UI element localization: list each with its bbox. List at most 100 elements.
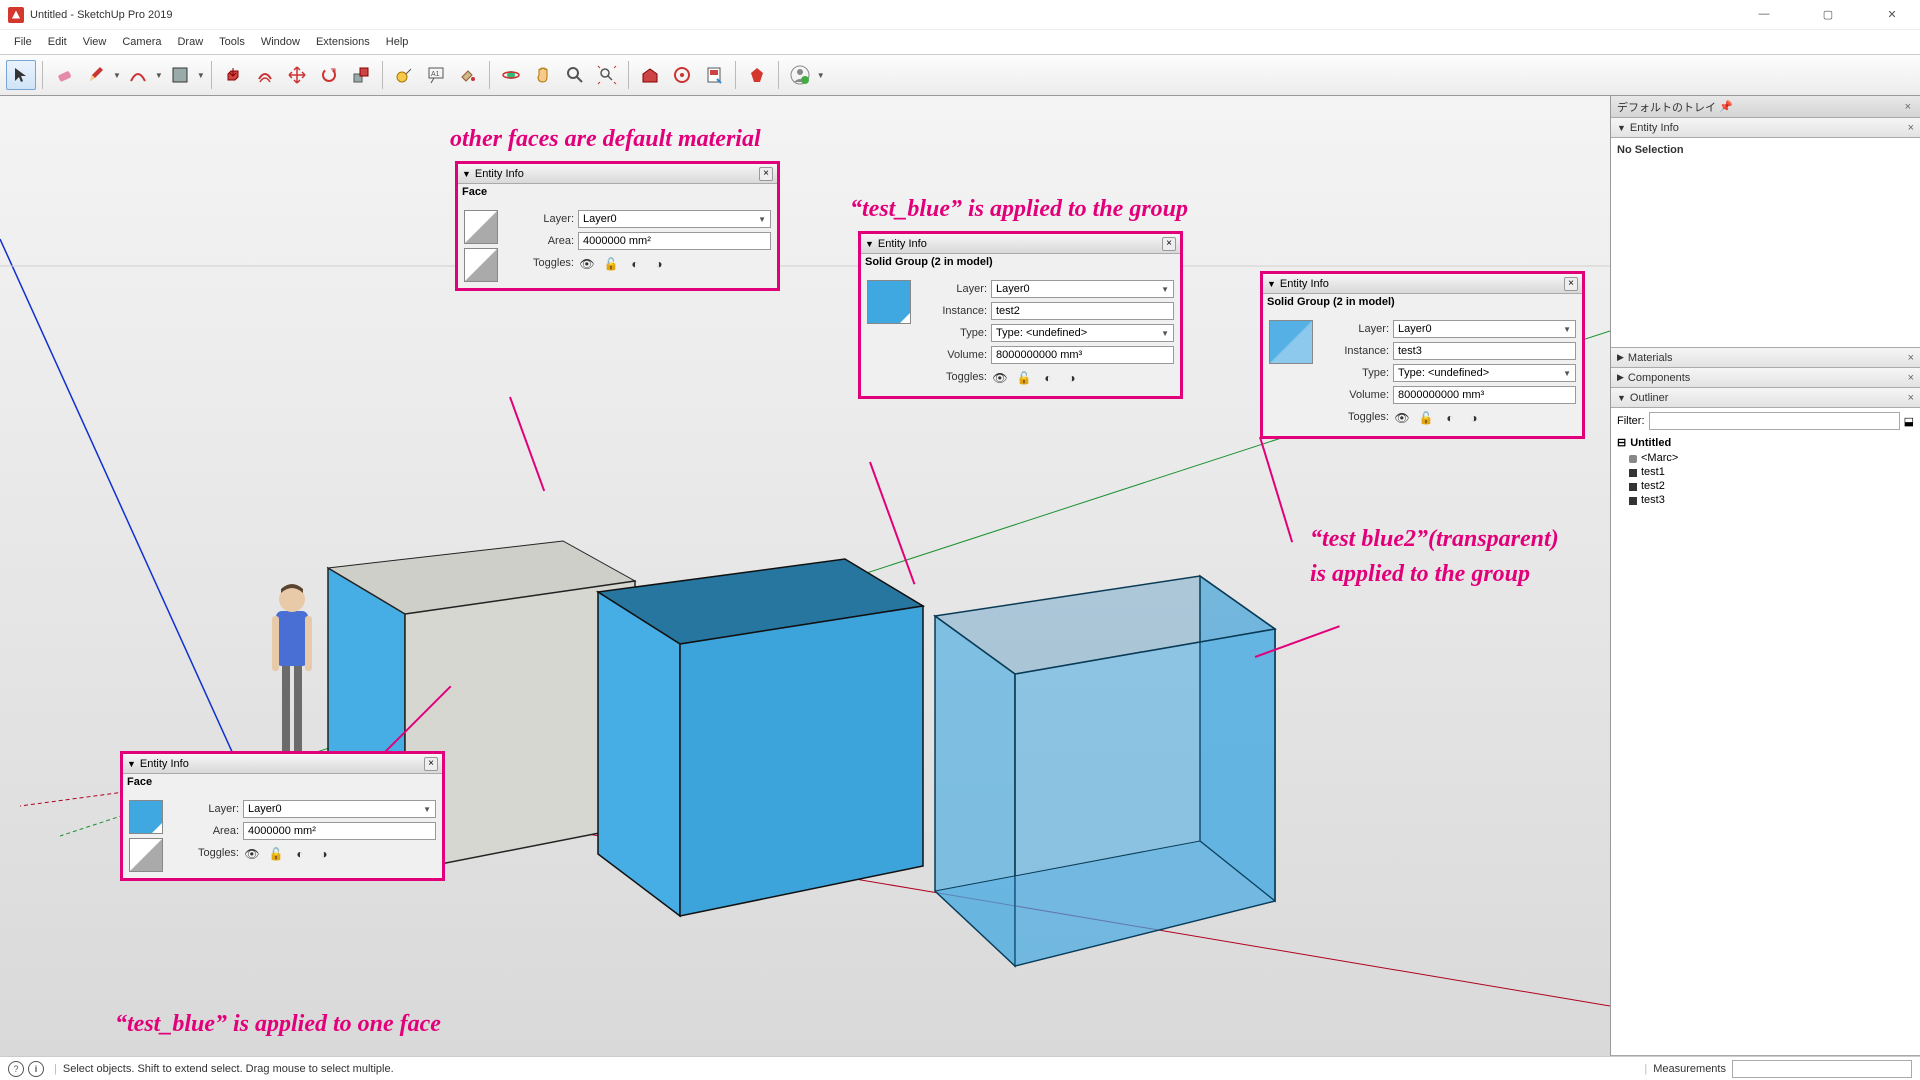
front-material-swatch[interactable] <box>129 800 163 834</box>
app-icon <box>8 7 24 23</box>
menu-camera[interactable]: Camera <box>114 33 169 51</box>
outliner-item-test1[interactable]: test1 <box>1617 465 1914 479</box>
entity-info-title: Entity Info <box>475 168 524 180</box>
offset-tool[interactable] <box>250 60 280 90</box>
orbit-tool[interactable] <box>496 60 526 90</box>
lock-toggle[interactable]: 🔓 <box>1417 410 1435 426</box>
area-field[interactable] <box>578 232 771 250</box>
close-icon[interactable]: × <box>1908 392 1914 404</box>
close-icon[interactable]: × <box>1908 122 1914 134</box>
accordion-outliner[interactable]: Outliner <box>1630 392 1669 404</box>
lock-toggle[interactable]: 🔓 <box>1015 370 1033 386</box>
outliner-item-test3[interactable]: test3 <box>1617 493 1914 507</box>
zoom-tool[interactable] <box>560 60 590 90</box>
arc-tool[interactable]: ▼ <box>123 60 163 90</box>
filter-input[interactable] <box>1649 412 1900 430</box>
instance-field[interactable] <box>1393 342 1576 360</box>
close-button[interactable]: ✕ <box>1872 8 1912 21</box>
back-material-swatch[interactable] <box>464 248 498 282</box>
close-icon[interactable]: × <box>1908 352 1914 364</box>
help-icon[interactable]: ? <box>8 1061 24 1077</box>
close-icon[interactable]: × <box>1902 101 1914 113</box>
select-tool[interactable] <box>6 60 36 90</box>
pencil-tool[interactable]: ▼ <box>81 60 121 90</box>
menu-help[interactable]: Help <box>378 33 417 51</box>
shadow-toggle[interactable]: ◐ <box>1039 370 1057 386</box>
tape-tool[interactable] <box>389 60 419 90</box>
front-material-swatch[interactable] <box>464 210 498 244</box>
volume-field[interactable] <box>1393 386 1576 404</box>
entity-info-panel-face-default[interactable]: ▼Entity Info× Face Layer:Layer0▼ Area: T… <box>455 161 780 291</box>
user-tool[interactable]: ▼ <box>785 60 825 90</box>
menu-extensions[interactable]: Extensions <box>308 33 378 51</box>
menu-view[interactable]: View <box>75 33 115 51</box>
shape-tool[interactable]: ▼ <box>165 60 205 90</box>
shadow-toggle[interactable]: ◐ <box>1441 410 1459 426</box>
hide-toggle[interactable]: 👁 <box>1393 410 1411 426</box>
group-material-swatch[interactable] <box>1269 320 1313 364</box>
menu-window[interactable]: Window <box>253 33 308 51</box>
pushpull-tool[interactable] <box>218 60 248 90</box>
eraser-tool[interactable] <box>49 60 79 90</box>
pan-tool[interactable] <box>528 60 558 90</box>
minimize-button[interactable]: — <box>1744 8 1784 21</box>
measurements-label: Measurements <box>1653 1063 1726 1075</box>
text-tool[interactable]: A1 <box>421 60 451 90</box>
accordion-entity-info[interactable]: Entity Info <box>1630 122 1679 134</box>
move-tool[interactable] <box>282 60 312 90</box>
info-icon[interactable]: i <box>28 1061 44 1077</box>
hide-toggle[interactable]: 👁 <box>243 846 261 862</box>
close-icon[interactable]: × <box>1564 277 1578 291</box>
hide-toggle[interactable]: 👁 <box>578 256 596 272</box>
layer-select[interactable]: Layer0▼ <box>991 280 1174 298</box>
area-field[interactable] <box>243 822 436 840</box>
layer-select[interactable]: Layer0▼ <box>578 210 771 228</box>
paint-tool[interactable] <box>453 60 483 90</box>
instance-field[interactable] <box>991 302 1174 320</box>
type-select[interactable]: Type: <undefined>▼ <box>1393 364 1576 382</box>
shadow-toggle[interactable]: ◐ <box>291 846 309 862</box>
accordion-materials[interactable]: Materials <box>1628 352 1673 364</box>
close-icon[interactable]: × <box>424 757 438 771</box>
ext-warehouse-tool[interactable] <box>667 60 697 90</box>
viewport[interactable]: other faces are default material “test_b… <box>0 96 1610 1056</box>
back-material-swatch[interactable] <box>129 838 163 872</box>
group-material-swatch[interactable] <box>867 280 911 324</box>
close-icon[interactable]: × <box>759 167 773 181</box>
pin-icon[interactable]: 📌 <box>1716 100 1736 113</box>
type-select[interactable]: Type: <undefined>▼ <box>991 324 1174 342</box>
cast-toggle[interactable]: ◑ <box>650 256 668 272</box>
cast-toggle[interactable]: ◑ <box>1063 370 1081 386</box>
lock-toggle[interactable]: 🔓 <box>602 256 620 272</box>
close-icon[interactable]: × <box>1162 237 1176 251</box>
maximize-button[interactable]: ▢ <box>1808 8 1848 21</box>
ruby-tool[interactable] <box>742 60 772 90</box>
shadow-toggle[interactable]: ◐ <box>626 256 644 272</box>
layer-select[interactable]: Layer0▼ <box>1393 320 1576 338</box>
warehouse-tool[interactable] <box>635 60 665 90</box>
entity-info-panel-group-test2[interactable]: ▼Entity Info× Solid Group (2 in model) L… <box>858 231 1183 399</box>
layer-select[interactable]: Layer0▼ <box>243 800 436 818</box>
rotate-tool[interactable] <box>314 60 344 90</box>
outliner-item-marc[interactable]: <Marc> <box>1617 451 1914 465</box>
measurements-input[interactable] <box>1732 1060 1912 1078</box>
hide-toggle[interactable]: 👁 <box>991 370 1009 386</box>
outliner-root[interactable]: Untitled <box>1630 437 1671 449</box>
lock-toggle[interactable]: 🔓 <box>267 846 285 862</box>
layout-tool[interactable] <box>699 60 729 90</box>
cast-toggle[interactable]: ◑ <box>1465 410 1483 426</box>
entity-info-panel-face-blue[interactable]: ▼Entity Info× Face Layer:Layer0▼ Area: T… <box>120 751 445 881</box>
accordion-components[interactable]: Components <box>1628 372 1690 384</box>
cast-toggle[interactable]: ◑ <box>315 846 333 862</box>
menu-draw[interactable]: Draw <box>169 33 211 51</box>
menu-edit[interactable]: Edit <box>40 33 75 51</box>
zoom-extents-tool[interactable] <box>592 60 622 90</box>
scale-tool[interactable] <box>346 60 376 90</box>
details-icon[interactable]: ⬓ <box>1904 415 1914 428</box>
menu-tools[interactable]: Tools <box>211 33 253 51</box>
menu-file[interactable]: File <box>6 33 40 51</box>
close-icon[interactable]: × <box>1908 372 1914 384</box>
volume-field[interactable] <box>991 346 1174 364</box>
outliner-item-test2[interactable]: test2 <box>1617 479 1914 493</box>
entity-info-panel-group-test3[interactable]: ▼Entity Info× Solid Group (2 in model) L… <box>1260 271 1585 439</box>
